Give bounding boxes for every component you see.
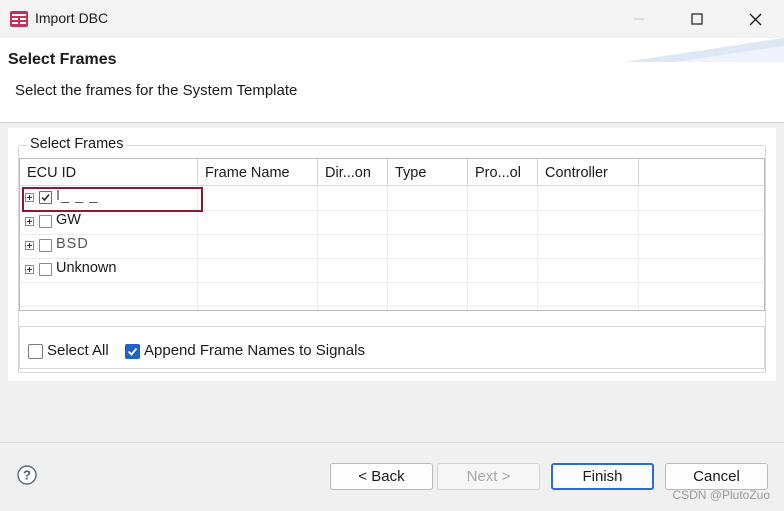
- minimize-button[interactable]: [610, 0, 668, 38]
- maximize-icon: [691, 13, 703, 25]
- tree-row[interactable]: GW: [20, 210, 764, 235]
- column-header-frame-name[interactable]: Frame Name: [198, 159, 318, 185]
- footer-separator: [0, 442, 784, 443]
- minimize-icon: [634, 18, 644, 20]
- row-label: Unknown: [56, 260, 117, 276]
- options-group: Select All Append Frame Names to Signals: [19, 326, 765, 369]
- column-header-ecu-id[interactable]: ECU ID: [20, 159, 198, 185]
- expand-plus-icon[interactable]: [25, 265, 34, 274]
- empty-row: [20, 282, 764, 307]
- row-checkbox[interactable]: [39, 215, 52, 228]
- dbc-app-icon: [10, 11, 28, 27]
- row-label: GW: [56, 212, 81, 228]
- page-description: Select the frames for the System Templat…: [15, 82, 298, 99]
- tree-row[interactable]: BSD: [20, 234, 764, 259]
- watermark: CSDN @PlutoZuo: [672, 488, 770, 502]
- checkmark-icon: [127, 347, 138, 356]
- append-frame-names-label[interactable]: Append Frame Names to Signals: [144, 342, 365, 359]
- row-checkbox[interactable]: [39, 239, 52, 252]
- title-bar: Import DBC: [0, 0, 784, 38]
- table-header: ECU ID Frame Name Dir...on Type Pro...ol…: [20, 159, 764, 186]
- help-icon[interactable]: ?: [17, 465, 37, 485]
- row-checkbox[interactable]: [39, 263, 52, 276]
- expand-plus-icon[interactable]: [25, 217, 34, 226]
- frames-tree-table[interactable]: ECU ID Frame Name Dir...on Type Pro...ol…: [19, 158, 765, 311]
- close-button[interactable]: [726, 0, 784, 38]
- next-button[interactable]: Next >: [437, 463, 540, 490]
- wizard-banner: Select Frames Select the frames for the …: [0, 38, 784, 123]
- column-header-type[interactable]: Type: [388, 159, 468, 185]
- cancel-button[interactable]: Cancel: [665, 463, 768, 490]
- highlight-box: [22, 187, 203, 212]
- import-dbc-dialog: Import DBC Select Frames Select the fram…: [0, 0, 784, 511]
- select-all-checkbox[interactable]: [28, 344, 43, 359]
- append-frame-names-checkbox[interactable]: [125, 344, 140, 359]
- expand-plus-icon[interactable]: [25, 241, 34, 250]
- maximize-button[interactable]: [668, 0, 726, 38]
- tree-row[interactable]: Unknown: [20, 258, 764, 283]
- svg-text:?: ?: [23, 468, 31, 483]
- column-header-controller[interactable]: Controller: [538, 159, 639, 185]
- select-all-label[interactable]: Select All: [47, 342, 109, 359]
- close-icon: [749, 13, 761, 25]
- column-header-direction[interactable]: Dir...on: [318, 159, 388, 185]
- row-label: BSD: [56, 236, 89, 252]
- column-header-protocol[interactable]: Pro...ol: [468, 159, 538, 185]
- group-label: Select Frames: [27, 136, 127, 152]
- window-title: Import DBC: [35, 10, 109, 26]
- back-button[interactable]: < Back: [330, 463, 433, 490]
- banner-decoration: [624, 38, 784, 62]
- page-title: Select Frames: [8, 51, 117, 68]
- finish-button[interactable]: Finish: [551, 463, 654, 490]
